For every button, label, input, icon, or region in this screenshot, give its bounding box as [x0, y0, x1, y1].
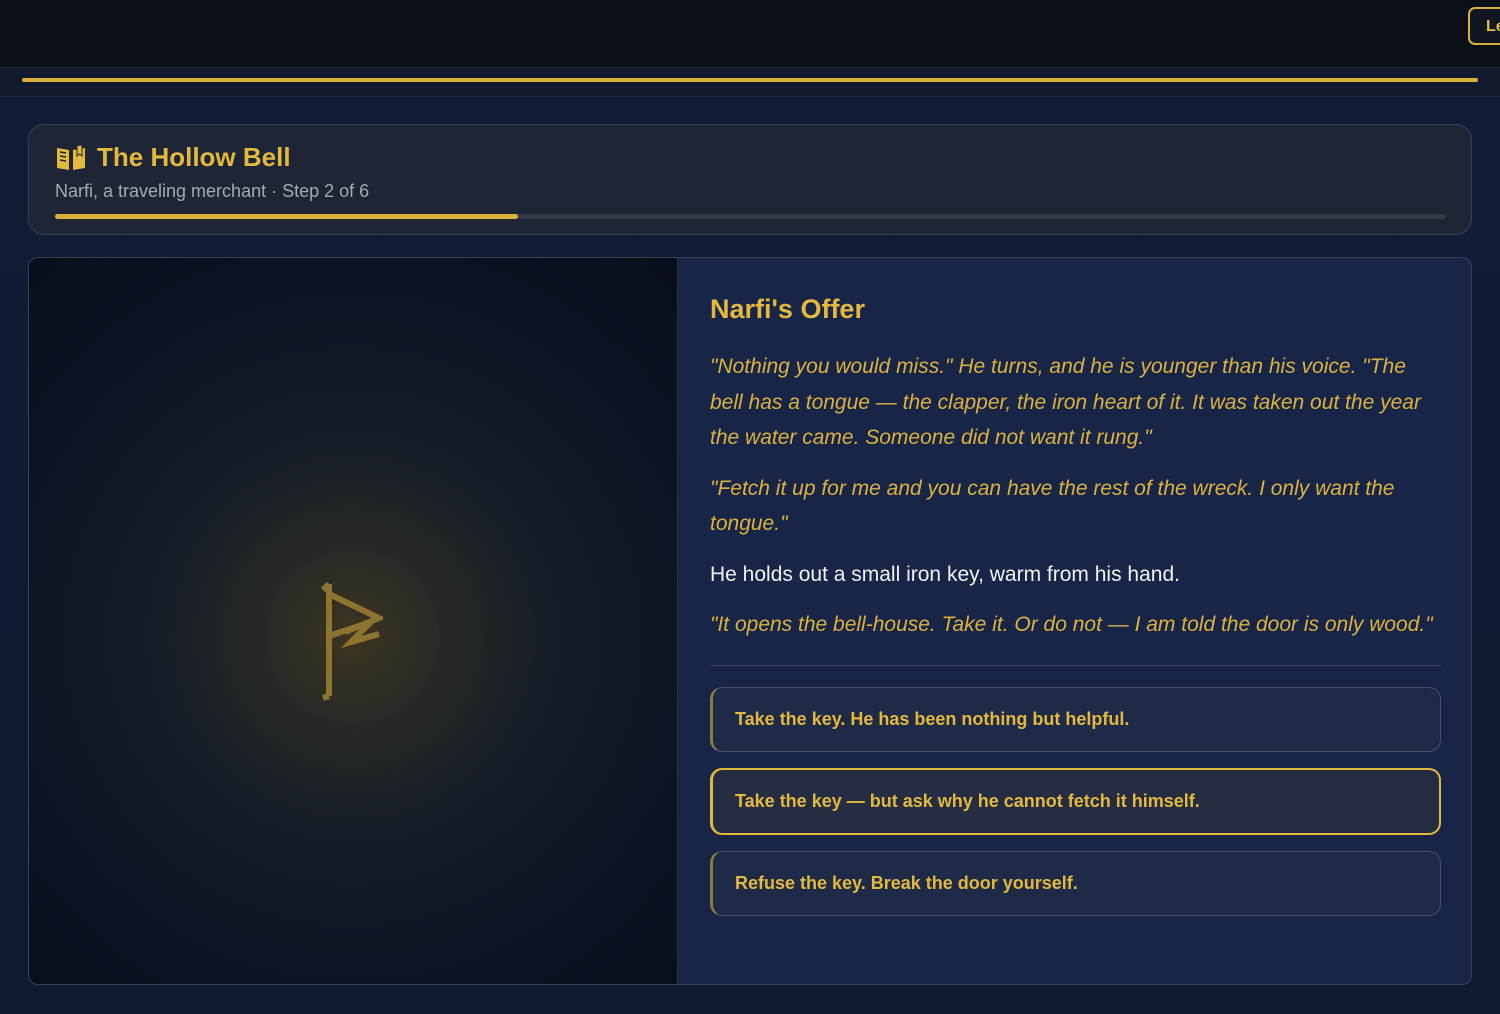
scene-illustration [29, 258, 678, 984]
choice-button[interactable]: Take the key. He has been nothing but he… [710, 686, 1441, 752]
dialogue-paragraph: "Fetch it up for me and you can have the… [710, 476, 1395, 536]
choice-button-selected[interactable]: Take the key — but ask why he cannot fet… [710, 767, 1441, 835]
narration-paragraph: He holds out a small iron key, warm from… [710, 562, 1180, 586]
top-accent-line [22, 78, 1478, 82]
scene-card: Narfi's Offer "Nothing you would miss." … [28, 257, 1472, 985]
story-header: The Hollow Bell Narfi, a traveling merch… [28, 124, 1472, 235]
choice-button[interactable]: Refuse the key. Break the door yourself. [710, 850, 1441, 916]
story-title: The Hollow Bell [97, 142, 291, 172]
dialogue-paragraph: "Nothing you would miss." He turns, and … [710, 355, 1421, 449]
fehu-rune-icon [320, 581, 383, 701]
dialogue-paragraph: "It opens the bell-house. Take it. Or do… [710, 613, 1433, 636]
leave-button[interactable]: Leave [1468, 7, 1500, 45]
story-subtitle: Narfi, a traveling merchant · Step 2 of … [55, 181, 370, 201]
story-progress-fill [55, 214, 519, 219]
choices-divider [710, 664, 1441, 666]
open-book-icon [57, 145, 85, 170]
top-bar: Leave [0, 0, 1500, 68]
scene-text-panel: Narfi's Offer "Nothing you would miss." … [679, 258, 1471, 984]
story-title-row: The Hollow Bell [55, 142, 291, 173]
scene-title: Narfi's Offer [710, 294, 865, 324]
story-progress-bar [55, 214, 1446, 219]
top-divider [0, 69, 1500, 97]
